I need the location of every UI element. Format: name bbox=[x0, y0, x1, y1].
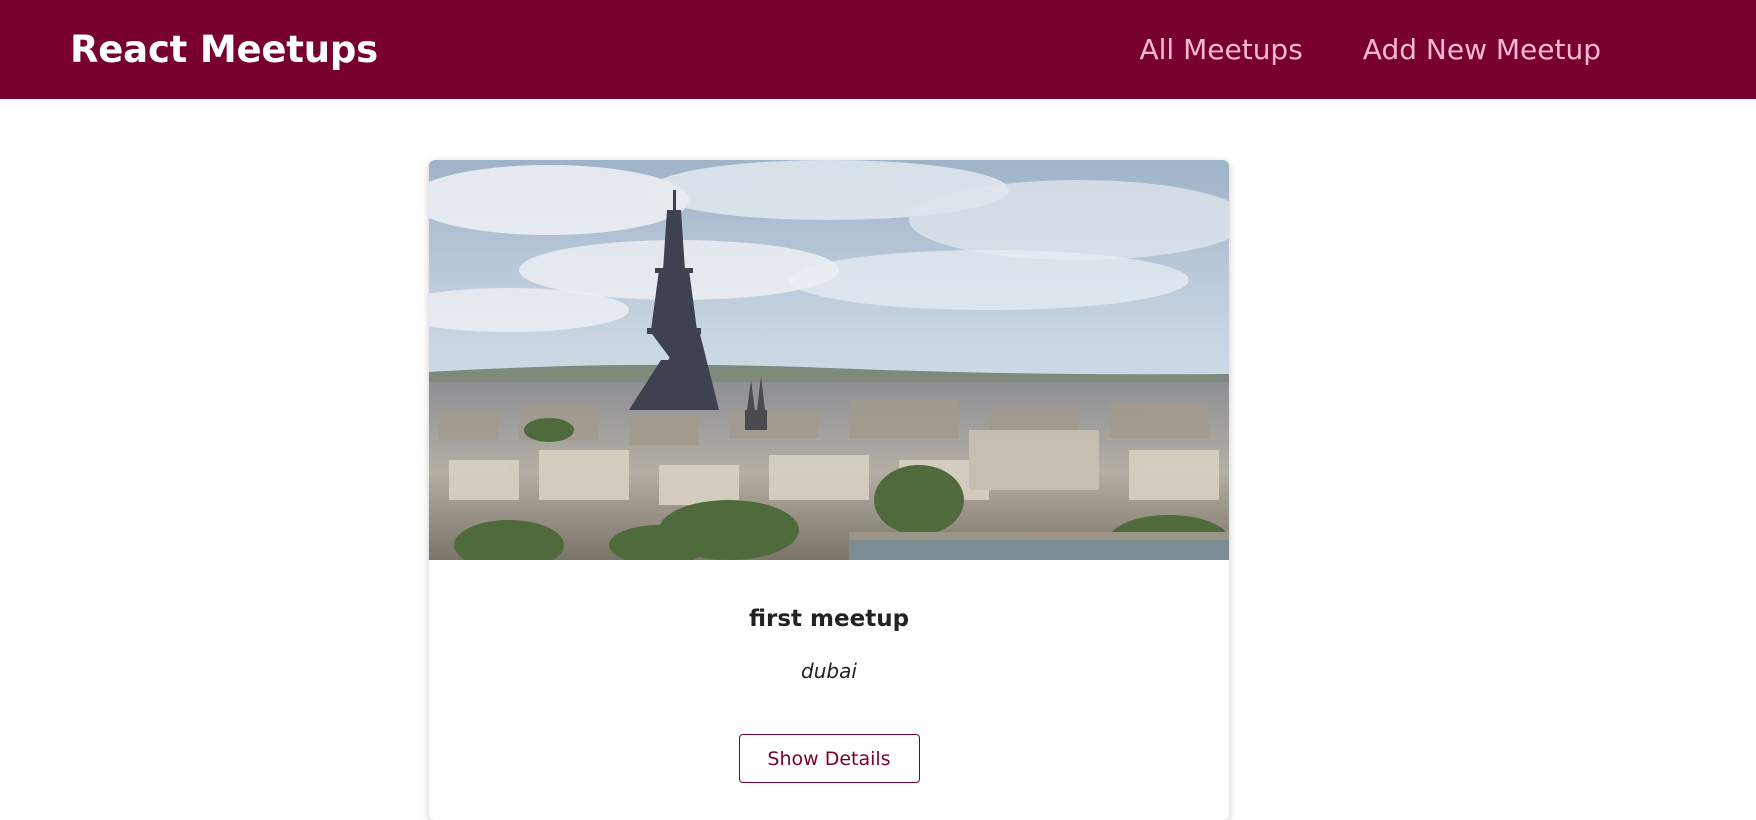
show-details-button[interactable]: Show Details bbox=[738, 734, 920, 783]
meetup-card: first meetup dubai Show Details bbox=[429, 160, 1229, 820]
main-nav: All Meetups Add New Meetup bbox=[1079, 33, 1601, 66]
nav-link-add-new-meetup[interactable]: Add New Meetup bbox=[1363, 33, 1601, 66]
meetup-card-content: first meetup dubai Show Details bbox=[429, 560, 1229, 783]
meetup-title: first meetup bbox=[748, 606, 910, 632]
nav-link-all-meetups[interactable]: All Meetups bbox=[1139, 33, 1302, 66]
meetup-image bbox=[429, 160, 1229, 560]
site-header: React Meetups All Meetups Add New Meetup bbox=[0, 0, 1756, 99]
site-logo: React Meetups bbox=[70, 28, 378, 71]
meetup-address: dubai bbox=[801, 659, 857, 683]
